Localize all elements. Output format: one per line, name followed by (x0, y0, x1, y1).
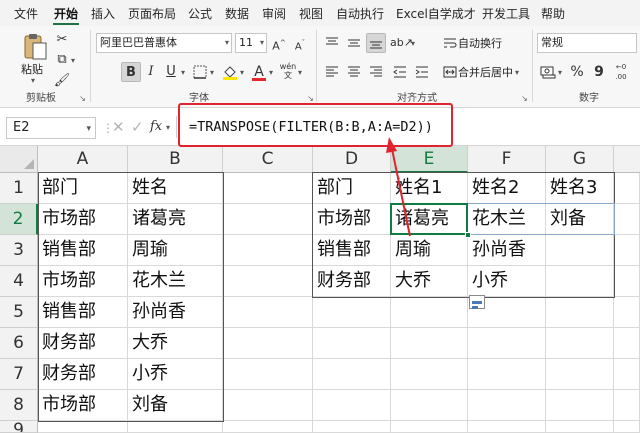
annotation-arrow-icon (386, 137, 411, 237)
